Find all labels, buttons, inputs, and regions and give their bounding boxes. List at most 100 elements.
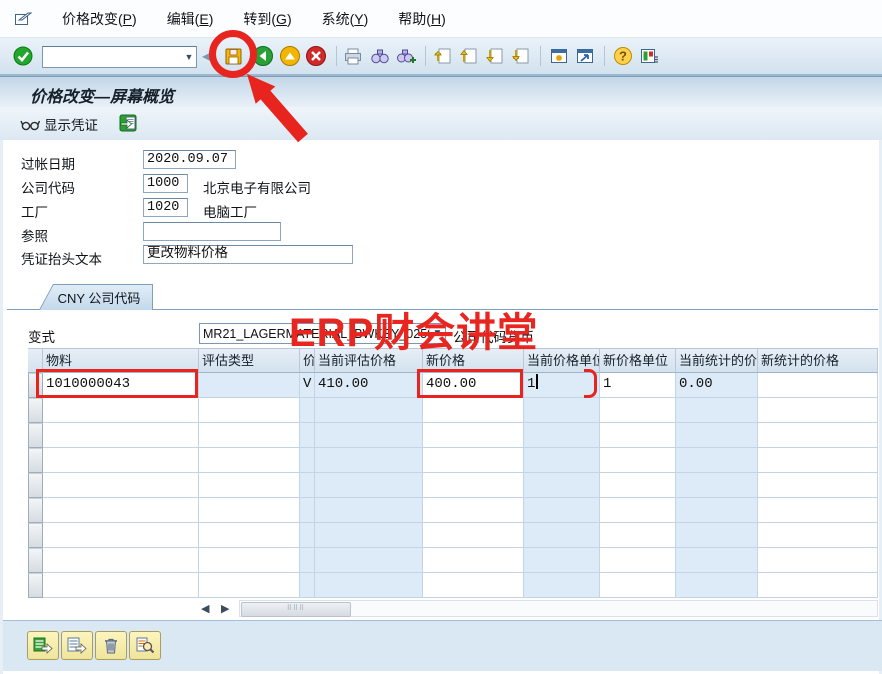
last-page-icon[interactable] (510, 45, 532, 67)
horizontal-scrollbar[interactable]: ⠿⠿⠿ (239, 600, 878, 617)
selector-header-cell[interactable] (28, 348, 43, 373)
table-cell[interactable] (43, 423, 199, 448)
row-selector[interactable] (28, 573, 43, 598)
table-cell[interactable] (758, 473, 878, 498)
column-header-cell[interactable]: 当前统计的价格 (676, 348, 758, 373)
table-cell[interactable]: 1010000043 (43, 373, 199, 398)
save-icon[interactable] (222, 45, 244, 67)
print-icon[interactable] (342, 45, 364, 67)
column-header-cell[interactable]: 物料 (43, 348, 199, 373)
table-cell[interactable] (199, 398, 300, 423)
table-cell[interactable] (423, 473, 524, 498)
table-cell[interactable] (199, 548, 300, 573)
doc-header-text-field[interactable]: 更改物料价格 (143, 245, 353, 264)
column-header-cell[interactable]: 新价格单位 (600, 348, 676, 373)
row-selector[interactable] (28, 448, 43, 473)
table-cell[interactable] (423, 548, 524, 573)
scrollbar-thumb[interactable]: ⠿⠿⠿ (241, 602, 351, 617)
exit-icon[interactable] (279, 45, 301, 67)
menu-item-goto[interactable]: 转到(G) (243, 9, 291, 29)
table-cell[interactable] (199, 573, 300, 598)
row-selector[interactable] (28, 498, 43, 523)
page-down-icon[interactable] (484, 45, 506, 67)
table-cell[interactable] (600, 573, 676, 598)
table-cell[interactable] (758, 373, 878, 398)
menu-item-system[interactable]: 系统(Y) (322, 9, 369, 29)
column-header-cell[interactable]: 评估类型 (199, 348, 300, 373)
table-cell[interactable] (43, 523, 199, 548)
help-icon[interactable]: ? (612, 45, 634, 67)
table-cell[interactable] (423, 498, 524, 523)
delete-row-icon[interactable] (95, 631, 127, 660)
menu-item-edit[interactable]: 编辑(E) (167, 9, 214, 29)
company-code-field[interactable]: 1000 (143, 174, 188, 193)
row-selector[interactable] (28, 373, 43, 398)
row-selector[interactable] (28, 548, 43, 573)
table-cell[interactable] (758, 448, 878, 473)
posting-date-field[interactable]: 2020.09.07 (143, 150, 236, 169)
command-field[interactable]: ▼ (42, 46, 197, 68)
back-icon[interactable] (252, 45, 274, 67)
table-cell[interactable]: 400.00 (423, 373, 524, 398)
details-icon[interactable] (129, 631, 161, 660)
table-cell[interactable] (758, 423, 878, 448)
table-cell[interactable] (758, 573, 878, 598)
row-selector[interactable] (28, 523, 43, 548)
command-dropdown-icon[interactable]: ▼ (182, 52, 196, 62)
copy-row-icon[interactable] (61, 631, 93, 660)
collapse-icon[interactable]: ◀ (202, 49, 211, 63)
system-menu-icon[interactable] (14, 11, 32, 27)
customize-icon[interactable] (638, 45, 660, 67)
table-cell[interactable] (199, 498, 300, 523)
table-cell[interactable] (423, 523, 524, 548)
table-cell[interactable] (423, 448, 524, 473)
table-cell[interactable] (600, 448, 676, 473)
menu-item-help[interactable]: 帮助(H) (398, 9, 445, 29)
table-cell[interactable] (423, 398, 524, 423)
table-cell[interactable] (43, 498, 199, 523)
table-cell[interactable] (758, 498, 878, 523)
table-cell[interactable] (423, 573, 524, 598)
table-cell[interactable] (199, 448, 300, 473)
tab-company-code-currency[interactable]: CNY 公司代码 (39, 284, 153, 310)
table-cell[interactable] (199, 473, 300, 498)
find-icon[interactable] (369, 45, 391, 67)
table-cell[interactable] (43, 573, 199, 598)
table-cell[interactable] (600, 473, 676, 498)
row-selector[interactable] (28, 398, 43, 423)
menu-item-price-change[interactable]: 价格改变(P) (62, 9, 137, 29)
table-cell[interactable] (758, 523, 878, 548)
cancel-icon[interactable] (305, 45, 327, 67)
display-document-icon[interactable] (118, 113, 138, 138)
new-session-icon[interactable] (548, 45, 570, 67)
display-document-button[interactable]: 显示凭证 (20, 114, 98, 134)
command-input[interactable] (43, 49, 182, 65)
table-cell[interactable] (199, 523, 300, 548)
first-page-icon[interactable] (432, 45, 454, 67)
table-cell[interactable] (600, 423, 676, 448)
table-cell[interactable] (43, 548, 199, 573)
table-cell[interactable] (758, 398, 878, 423)
row-selector[interactable] (28, 473, 43, 498)
table-cell[interactable] (758, 548, 878, 573)
table-cell[interactable] (43, 398, 199, 423)
plant-field[interactable]: 1020 (143, 198, 188, 217)
table-cell[interactable] (600, 398, 676, 423)
row-selector[interactable] (28, 423, 43, 448)
column-header-cell[interactable]: 新统计的价格 (758, 348, 878, 373)
table-cell[interactable]: 1 (600, 373, 676, 398)
table-cell[interactable] (43, 473, 199, 498)
find-next-icon[interactable] (395, 45, 417, 67)
scroll-left-icon[interactable]: ◀ (201, 602, 209, 615)
table-cell[interactable] (600, 523, 676, 548)
table-cell[interactable] (600, 498, 676, 523)
insert-row-icon[interactable] (27, 631, 59, 660)
table-cell[interactable] (199, 423, 300, 448)
reference-field[interactable] (143, 222, 281, 241)
page-up-icon[interactable] (458, 45, 480, 67)
scroll-right-icon[interactable]: ▶ (221, 602, 229, 615)
table-cell[interactable] (600, 548, 676, 573)
table-cell[interactable] (423, 423, 524, 448)
shortcut-icon[interactable] (574, 45, 596, 67)
table-cell[interactable] (43, 448, 199, 473)
